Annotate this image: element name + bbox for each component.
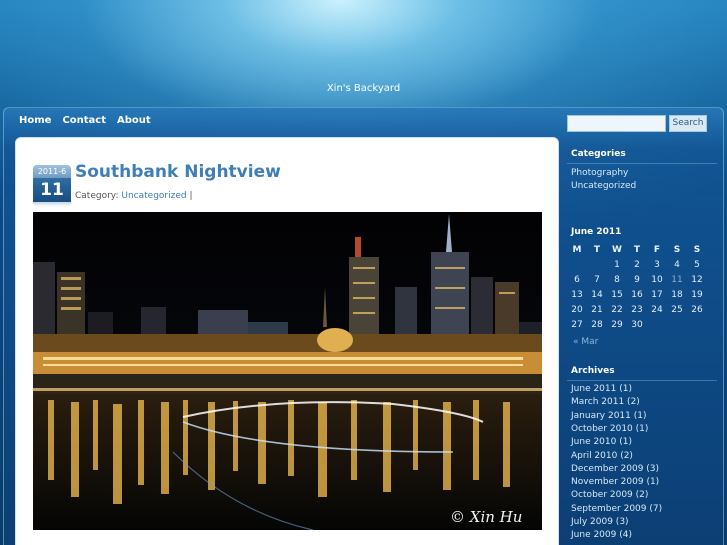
- category-link-photography[interactable]: Photography: [571, 168, 628, 178]
- calendar-weekday: S: [673, 244, 681, 255]
- categories-divider: [567, 163, 717, 164]
- calendar-weekday: T: [593, 244, 601, 255]
- calendar-day: 24: [651, 304, 663, 315]
- archives-divider: [567, 380, 717, 381]
- calendar-day: 16: [631, 289, 643, 300]
- calendar-day: 4: [674, 259, 680, 270]
- calendar-day: 3: [654, 259, 660, 270]
- nav-about[interactable]: About: [117, 115, 151, 129]
- archives-heading: Archives: [571, 366, 615, 376]
- calendar-empty-cell: [687, 317, 707, 332]
- calendar-day: 22: [611, 304, 623, 315]
- calendar-day: 25: [671, 304, 683, 315]
- search-button[interactable]: Search: [669, 115, 707, 132]
- archive-link[interactable]: December 2009 (3): [571, 464, 659, 474]
- search-input[interactable]: [567, 115, 666, 132]
- categories-heading: Categories: [571, 149, 626, 159]
- post-meta: Category: Uncategorized |: [75, 191, 193, 201]
- archive-link[interactable]: July 2009 (3): [571, 517, 629, 527]
- archive-link[interactable]: October 2009 (2): [571, 490, 648, 500]
- calendar-day: 19: [691, 289, 703, 300]
- archive-link[interactable]: September 2009 (7): [571, 504, 662, 514]
- calendar-week-row: 6 7 8 9 10 11 12: [567, 272, 707, 287]
- calendar-day: 27: [571, 319, 583, 330]
- calendar-empty-cell: [667, 317, 687, 332]
- photo-watermark: © Xin Hu: [450, 508, 523, 526]
- calendar-weekday: T: [633, 244, 641, 255]
- calendar-table: M T W T F S S 1 2 3 4 5 6 7 8 9 10 11 12 13 14 15 16 17 1…: [567, 242, 707, 332]
- calendar-day: 2: [634, 259, 640, 270]
- calendar-week-row: 20 21 22 23 24 25 26: [567, 302, 707, 317]
- calendar-day: 26: [691, 304, 703, 315]
- calendar-day: 10: [651, 274, 663, 285]
- calendar-day: 8: [614, 274, 620, 285]
- date-badge-reflection: [33, 202, 71, 207]
- calendar-day: 12: [691, 274, 703, 285]
- calendar-day: 1: [614, 259, 620, 270]
- post-date-badge: 2011-6 11: [33, 165, 71, 207]
- site-title[interactable]: Xin's Backyard: [0, 83, 727, 94]
- calendar-empty-cell: [647, 317, 667, 332]
- calendar-day: 23: [631, 304, 643, 315]
- calendar-day: 17: [651, 289, 663, 300]
- calendar-day: 11: [671, 274, 683, 285]
- calendar-week-row: 1 2 3 4 5: [567, 257, 707, 272]
- post-meta-separator: |: [189, 191, 193, 201]
- post-date-day: 11: [33, 178, 71, 202]
- calendar-weekday: M: [572, 244, 582, 255]
- calendar-day: 5: [694, 259, 700, 270]
- archive-link[interactable]: June 2009 (4): [571, 530, 632, 540]
- archive-link[interactable]: April 2010 (2): [571, 451, 633, 461]
- calendar-prev-month-link[interactable]: « Mar: [573, 337, 598, 347]
- nav-home[interactable]: Home: [19, 115, 51, 129]
- calendar-day: 21: [591, 304, 603, 315]
- calendar-day: 7: [594, 274, 600, 285]
- calendar-week-row: 27 28 29 30: [567, 317, 707, 332]
- calendar-day: 15: [611, 289, 623, 300]
- archive-link[interactable]: January 2011 (1): [571, 411, 647, 421]
- calendar-day: 14: [591, 289, 603, 300]
- calendar-week-row: 13 14 15 16 17 18 19: [567, 287, 707, 302]
- post-photo-night-city: [33, 212, 542, 530]
- calendar-weekday: F: [653, 244, 661, 255]
- calendar-empty-cell: [587, 257, 607, 272]
- post-category-link[interactable]: Uncategorized: [121, 191, 186, 201]
- post-category-label: Category:: [75, 191, 119, 201]
- category-link-uncategorized[interactable]: Uncategorized: [571, 181, 636, 191]
- calendar-weekday: W: [612, 244, 622, 255]
- calendar-day: 9: [634, 274, 640, 285]
- post-title[interactable]: Southbank Nightview: [75, 162, 281, 182]
- calendar-day: 30: [631, 319, 643, 330]
- calendar-empty-cell: [567, 257, 587, 272]
- calendar-weekday: S: [693, 244, 701, 255]
- calendar-day: 29: [611, 319, 623, 330]
- calendar-day: 18: [671, 289, 683, 300]
- archive-link[interactable]: June 2010 (1): [571, 437, 632, 447]
- calendar-day: 13: [571, 289, 583, 300]
- calendar-body: 1 2 3 4 5 6 7 8 9 10 11 12 13 14 15 16 17 18 19 20 21 22 23 24 2…: [567, 257, 707, 332]
- archive-link[interactable]: October 2010 (1): [571, 424, 648, 434]
- nav-contact[interactable]: Contact: [62, 115, 106, 129]
- calendar-day: 6: [574, 274, 580, 285]
- archive-link[interactable]: June 2011 (1): [571, 384, 632, 394]
- archive-link[interactable]: March 2011 (2): [571, 397, 640, 407]
- calendar-day: 28: [591, 319, 603, 330]
- main-nav: Home Contact About: [19, 115, 151, 129]
- post-date-month: 2011-6: [33, 165, 71, 178]
- calendar-weekday-row: M T W T F S S: [567, 242, 707, 257]
- archive-link[interactable]: November 2009 (1): [571, 477, 659, 487]
- calendar-day: 20: [571, 304, 583, 315]
- calendar-heading: June 2011: [571, 227, 622, 237]
